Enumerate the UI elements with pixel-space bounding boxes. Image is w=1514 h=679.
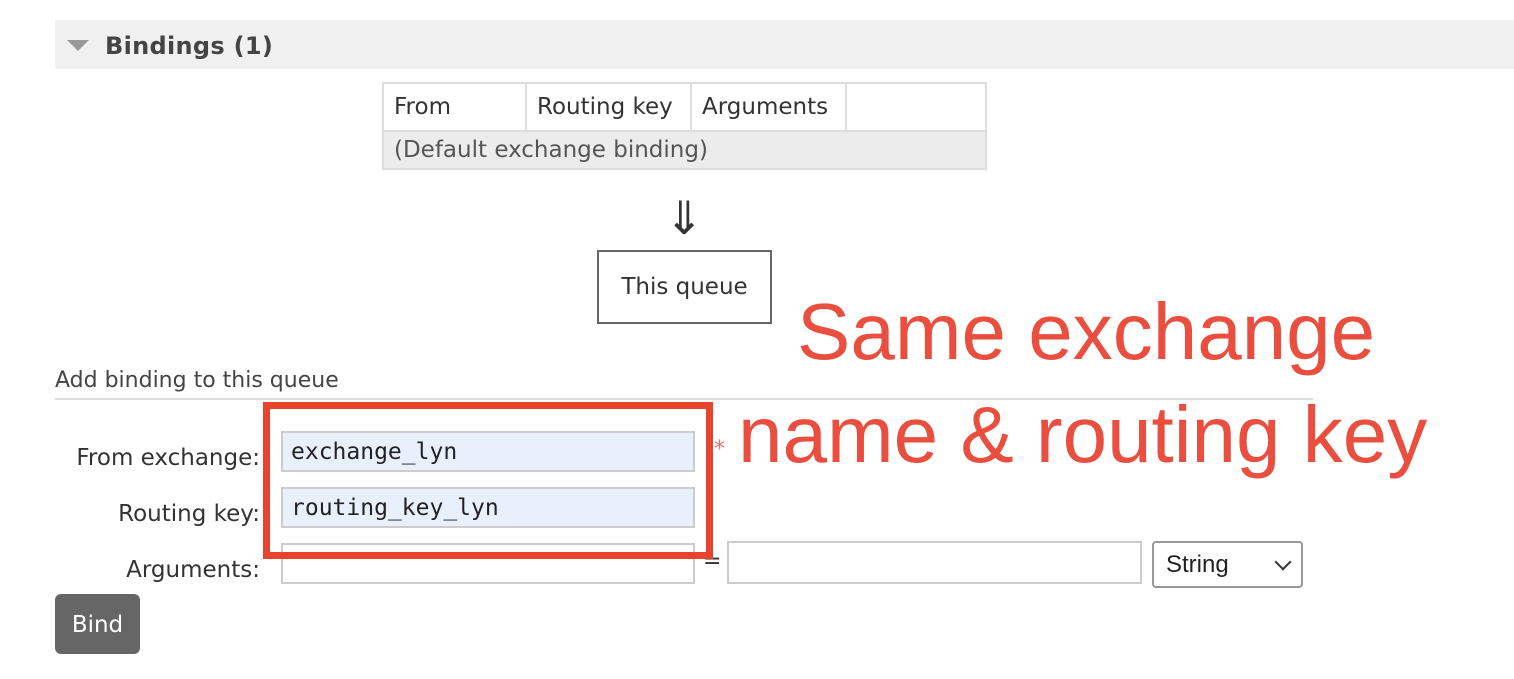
annotation-highlight-box xyxy=(263,402,713,559)
add-binding-title: Add binding to this queue xyxy=(55,368,339,393)
argument-type-value: String xyxy=(1166,551,1229,578)
from-exchange-input[interactable] xyxy=(281,431,695,472)
bind-button[interactable]: Bind xyxy=(55,594,140,654)
bindings-table: From Routing key Arguments (Default exch… xyxy=(382,82,987,170)
from-exchange-label: From exchange: xyxy=(76,445,260,471)
equals-sign: = xyxy=(703,549,722,574)
double-down-arrow-icon: ⇓ xyxy=(664,191,704,245)
routing-key-input[interactable] xyxy=(281,487,695,528)
chevron-down-icon xyxy=(1274,553,1292,571)
table-header-row: From Routing key Arguments xyxy=(382,82,987,132)
argument-value-input[interactable] xyxy=(727,541,1142,584)
column-header-from: From xyxy=(382,82,527,132)
section-title: Bindings (1) xyxy=(105,32,274,60)
collapse-triangle-icon[interactable] xyxy=(67,40,89,51)
required-marker: * xyxy=(714,437,725,462)
bindings-section-header[interactable]: Bindings (1) xyxy=(55,20,1514,69)
argument-key-input[interactable] xyxy=(281,543,695,584)
routing-key-label: Routing key: xyxy=(118,501,260,527)
argument-type-select[interactable]: String xyxy=(1152,541,1303,588)
column-header-arguments: Arguments xyxy=(690,82,847,132)
this-queue-box: This queue xyxy=(597,250,772,324)
arguments-label: Arguments: xyxy=(126,557,260,583)
column-header-actions xyxy=(845,82,987,132)
column-header-routing-key: Routing key xyxy=(525,82,692,132)
table-row: (Default exchange binding) xyxy=(382,130,987,170)
default-exchange-binding-cell: (Default exchange binding) xyxy=(382,130,987,170)
annotation-line-1: Same exchange xyxy=(797,287,1376,376)
annotation-line-2: name & routing key xyxy=(738,390,1428,479)
